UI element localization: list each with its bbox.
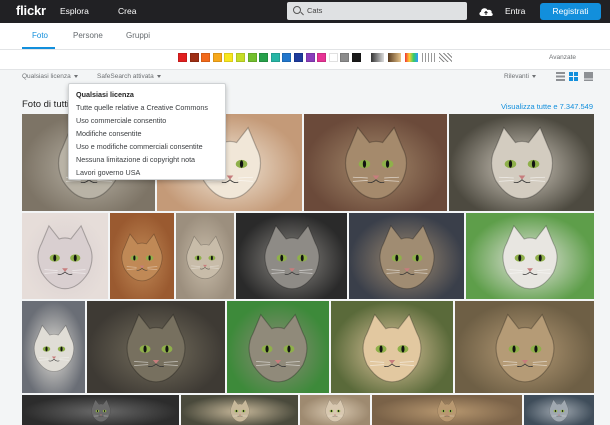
nav-create[interactable]: Crea xyxy=(118,6,136,16)
greyscale-pattern[interactable] xyxy=(371,53,384,62)
advanced-search-link[interactable]: Avanzate xyxy=(549,54,576,61)
cat-face-icon xyxy=(248,313,308,383)
color-filter-bar: Avanzate xyxy=(0,50,610,70)
color-swatch[interactable] xyxy=(236,53,245,62)
color-swatch[interactable] xyxy=(270,53,280,62)
chevron-down-icon xyxy=(531,74,536,78)
tab-groups[interactable]: Gruppi xyxy=(126,31,150,40)
cat-photo[interactable] xyxy=(349,213,464,299)
cat-face-icon xyxy=(344,126,407,200)
cat-photo[interactable] xyxy=(22,395,179,425)
color-swatch[interactable] xyxy=(259,53,269,62)
lines-pattern[interactable] xyxy=(422,53,435,62)
search-icon xyxy=(293,6,301,14)
nav-explore[interactable]: Esplora xyxy=(60,6,89,16)
sort-filter-label: Rilevanti xyxy=(504,73,529,80)
cat-face-icon xyxy=(121,232,163,281)
color-swatch[interactable] xyxy=(352,53,361,62)
license-option-any[interactable]: Qualsiasi licenza xyxy=(69,88,225,101)
cat-photo[interactable] xyxy=(22,301,85,393)
license-option-modifications[interactable]: Modifiche consentite xyxy=(69,127,225,140)
cat-face-icon xyxy=(549,398,569,422)
cat-photo[interactable] xyxy=(300,395,370,425)
color-swatch[interactable] xyxy=(247,53,257,62)
license-filter-label: Qualsiasi licenza xyxy=(22,73,71,80)
color-swatch[interactable] xyxy=(317,53,327,62)
cat-photo[interactable] xyxy=(87,301,225,393)
license-option-commercial[interactable]: Uso commerciale consentito xyxy=(69,114,225,127)
cat-face-icon xyxy=(37,224,93,289)
cat-photo[interactable] xyxy=(331,301,453,393)
cat-face-icon xyxy=(502,224,558,289)
top-navigation-bar: flickr Esplora Crea Cats Entra Registrat… xyxy=(0,0,610,23)
cat-face-icon xyxy=(229,398,250,422)
safesearch-filter-label: SafeSearch attivata xyxy=(97,73,154,80)
tab-people[interactable]: Persone xyxy=(73,31,103,40)
license-option-us-government[interactable]: Lavori governo USA xyxy=(69,166,225,179)
license-dropdown-menu: Qualsiasi licenza Tutte quelle relative … xyxy=(68,83,226,180)
license-filter[interactable]: Qualsiasi licenza xyxy=(22,73,78,80)
results-heading: Foto di tutti xyxy=(22,99,69,110)
color-swatch[interactable] xyxy=(224,53,234,62)
color-swatch[interactable] xyxy=(282,53,292,62)
flickr-logo[interactable]: flickr xyxy=(16,3,46,18)
colorful-pattern[interactable] xyxy=(405,53,418,62)
color-swatch[interactable] xyxy=(189,53,199,62)
color-swatch[interactable] xyxy=(340,53,350,62)
active-tab-indicator xyxy=(22,47,55,49)
color-swatch[interactable] xyxy=(294,53,303,62)
large-view-icon[interactable] xyxy=(584,72,593,81)
chevron-down-icon xyxy=(73,74,78,78)
color-swatch[interactable] xyxy=(201,53,211,62)
sort-filter[interactable]: Rilevanti xyxy=(504,73,536,80)
cat-face-icon xyxy=(437,398,457,422)
cat-face-icon xyxy=(186,235,224,279)
cat-photo[interactable] xyxy=(22,213,108,299)
see-all-link[interactable]: Visualizza tutte e 7.347.549 xyxy=(501,102,593,111)
color-swatch[interactable] xyxy=(328,53,338,62)
license-option-commercial-modifications[interactable]: Uso e modifiche commerciali consentite xyxy=(69,140,225,153)
color-swatch[interactable] xyxy=(178,53,187,62)
safesearch-filter[interactable]: SafeSearch attivata xyxy=(97,73,161,80)
register-button[interactable]: Registrati xyxy=(540,3,601,20)
cat-face-icon xyxy=(378,224,435,289)
stripes-pattern[interactable] xyxy=(439,53,452,62)
search-tabs-bar: Foto Persone Gruppi xyxy=(0,23,610,50)
search-query: Cats xyxy=(307,6,323,15)
cat-photo[interactable] xyxy=(372,395,522,425)
chevron-down-icon xyxy=(156,74,161,78)
cat-photo[interactable] xyxy=(181,395,298,425)
search-input[interactable]: Cats xyxy=(287,2,467,20)
tab-photos[interactable]: Foto xyxy=(32,31,48,40)
license-option-creative-commons[interactable]: Tutte quelle relative a Creative Commons xyxy=(69,101,225,114)
cat-face-icon xyxy=(90,398,111,422)
cat-face-icon xyxy=(490,126,553,200)
cat-face-icon xyxy=(33,324,74,372)
cat-face-icon xyxy=(325,398,345,422)
cat-photo[interactable] xyxy=(236,213,347,299)
filters-row: Qualsiasi licenza SafeSearch attivata Ri… xyxy=(0,70,610,84)
cat-photo[interactable] xyxy=(449,114,594,211)
cat-photo[interactable] xyxy=(524,395,594,425)
cat-photo[interactable] xyxy=(227,301,329,393)
cat-face-icon xyxy=(494,313,555,383)
cat-photo[interactable] xyxy=(304,114,447,211)
cat-photo[interactable] xyxy=(455,301,594,393)
cat-photo[interactable] xyxy=(176,213,234,299)
sepia-pattern[interactable] xyxy=(388,53,401,62)
license-option-no-known-restrictions[interactable]: Nessuna limitazione di copyright nota xyxy=(69,153,225,166)
color-swatch[interactable] xyxy=(212,53,222,62)
cat-photo[interactable] xyxy=(466,213,594,299)
list-view-icon[interactable] xyxy=(556,72,565,81)
cat-photo[interactable] xyxy=(110,213,174,299)
login-link[interactable]: Entra xyxy=(505,6,525,16)
cat-face-icon xyxy=(263,224,320,289)
cat-face-icon xyxy=(362,313,422,383)
color-swatch[interactable] xyxy=(305,53,315,62)
grid-view-icon[interactable] xyxy=(569,72,578,81)
upload-cloud-icon[interactable] xyxy=(478,5,494,17)
cat-face-icon xyxy=(126,313,186,383)
